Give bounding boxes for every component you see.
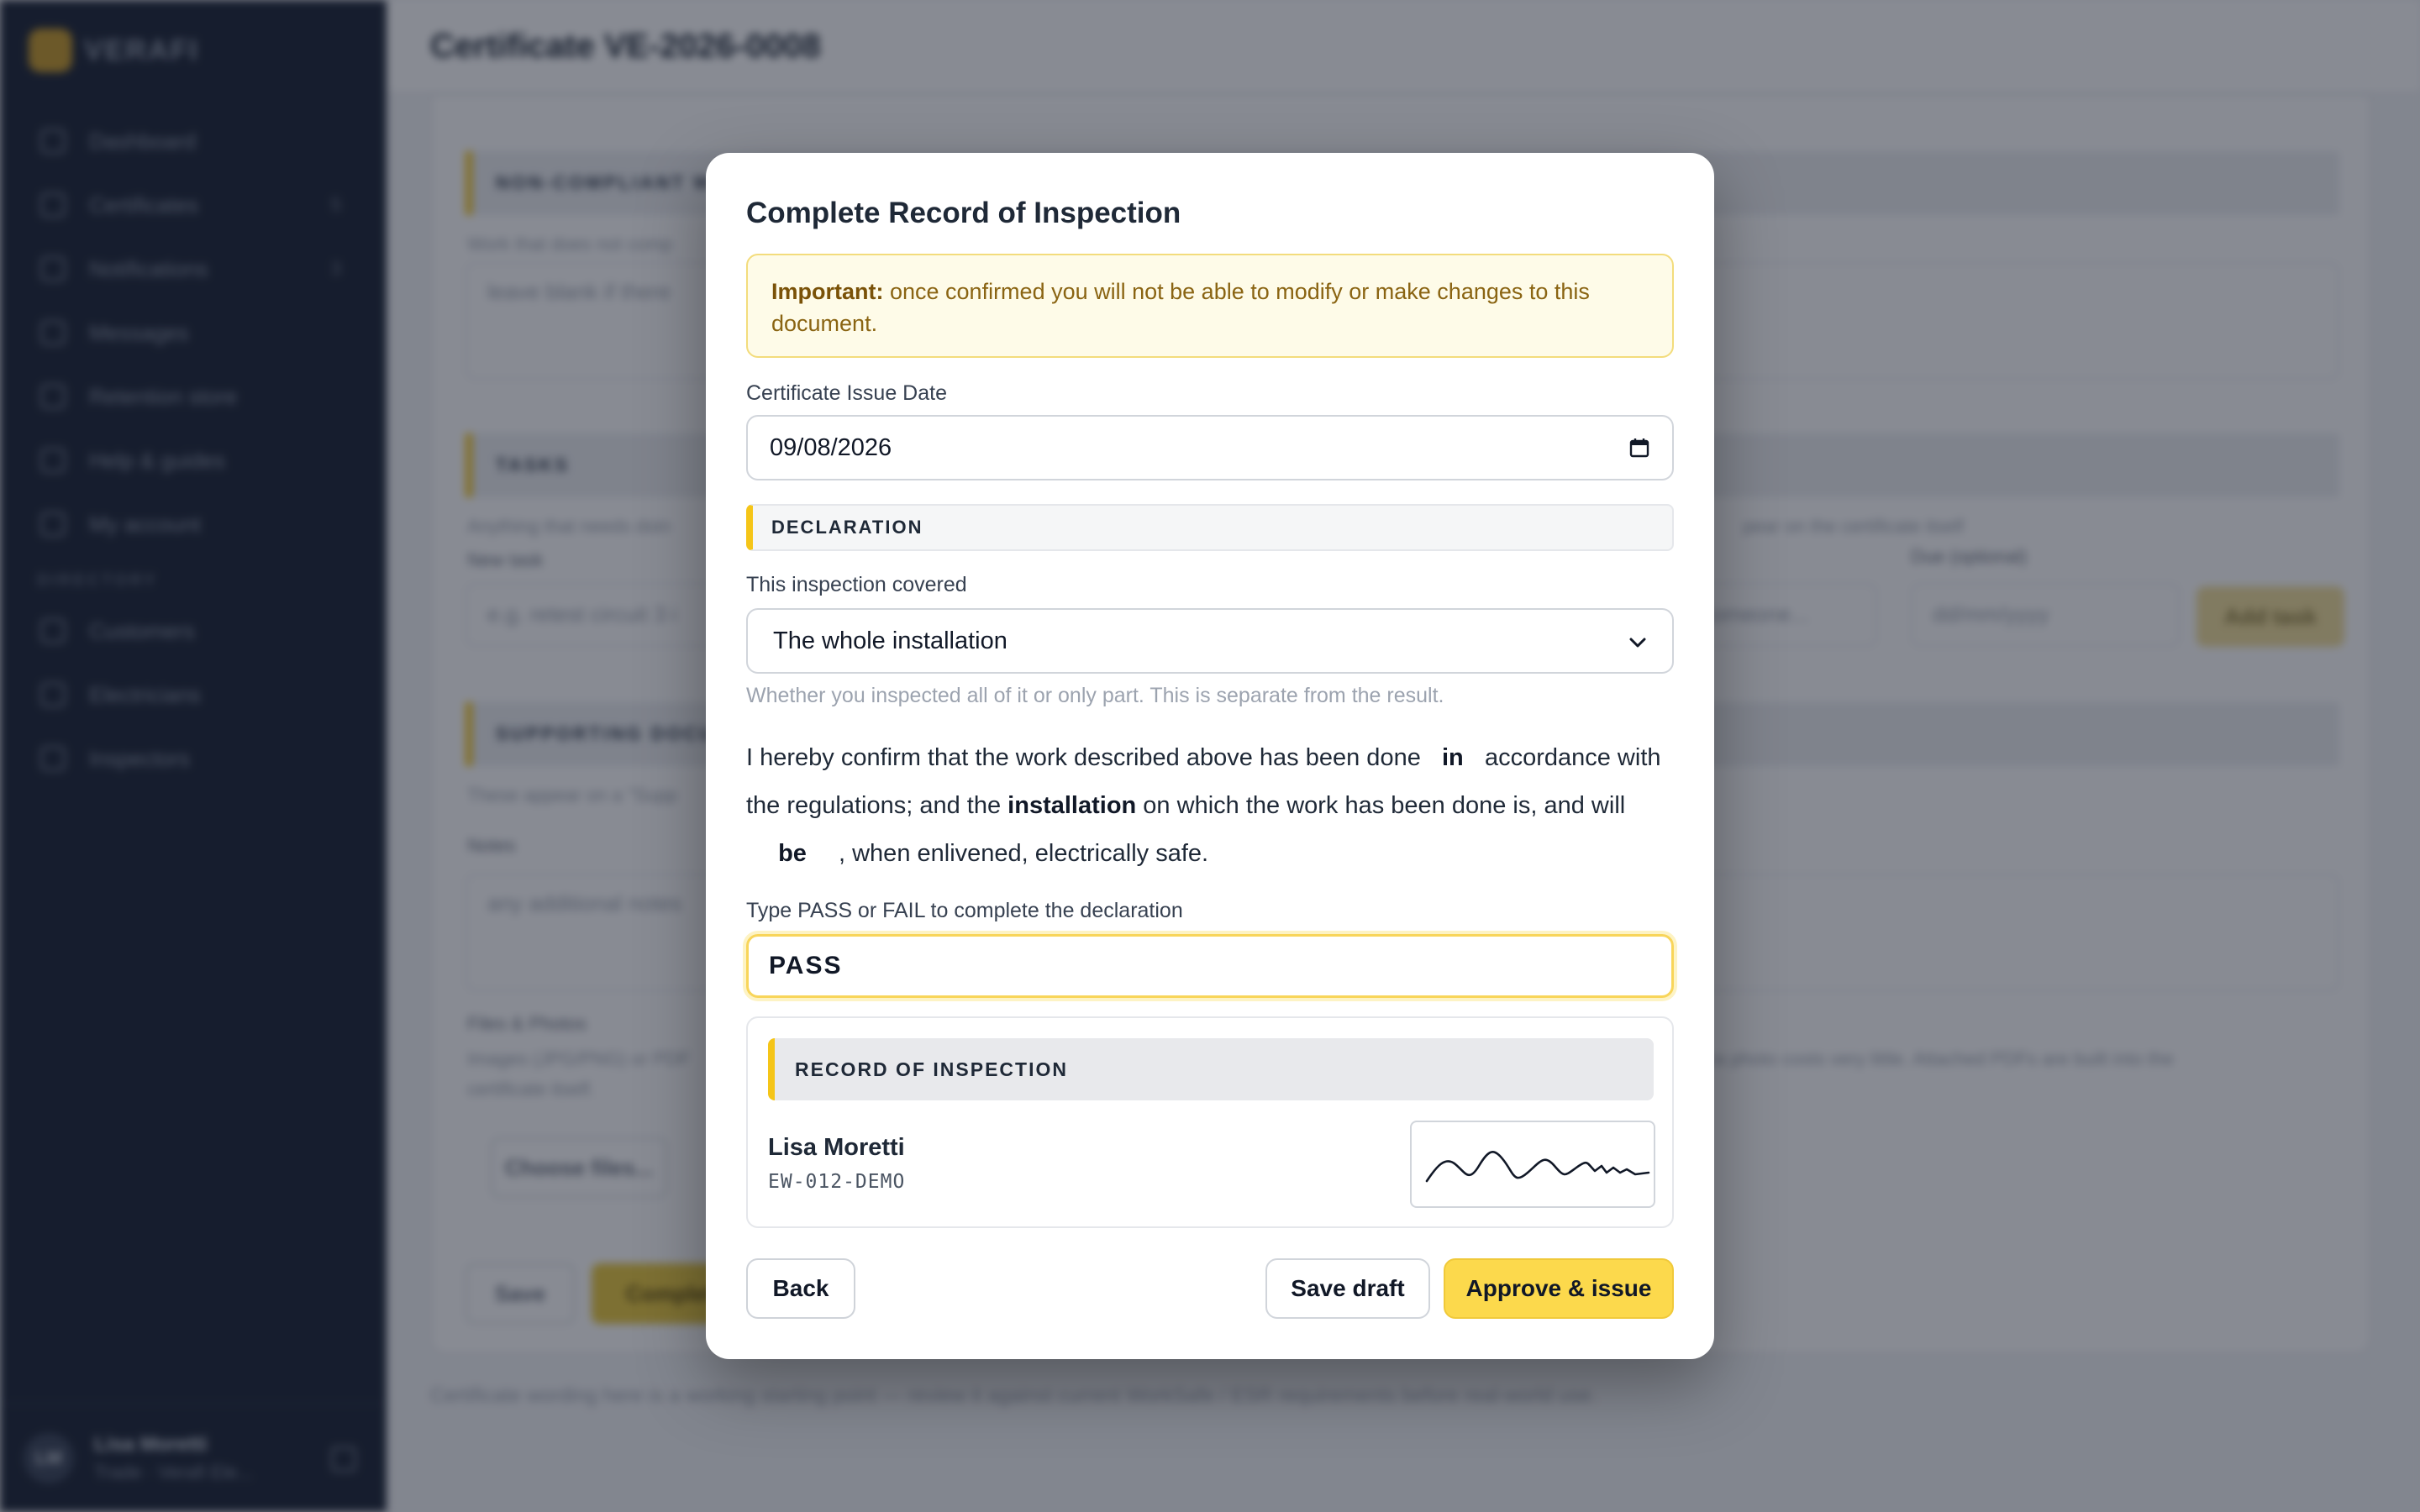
- chevron-down-icon: [1628, 627, 1647, 655]
- declaration-blank-1: in: [1442, 744, 1464, 771]
- inspector-code: EW-012-DEMO: [768, 1171, 906, 1193]
- record-of-inspection-card: RECORD OF INSPECTION Lisa Moretti EW-012…: [746, 1016, 1674, 1228]
- back-button[interactable]: Back: [746, 1258, 855, 1319]
- complete-inspection-modal: Complete Record of Inspection Important:…: [706, 153, 1714, 1359]
- declaration-part: , when enlivened, electrically safe.: [839, 840, 1209, 867]
- warning-notice: Important: once confirmed you will not b…: [746, 254, 1674, 358]
- modal-title: Complete Record of Inspection: [746, 197, 1181, 229]
- pass-fail-label: Type PASS or FAIL to complete the declar…: [746, 899, 1183, 922]
- issue-date-input[interactable]: 09/08/2026: [746, 415, 1674, 480]
- declaration-part: I hereby confirm that the work described…: [746, 744, 1428, 771]
- covered-select[interactable]: The whole installation: [746, 608, 1674, 674]
- issue-date-value: 09/08/2026: [770, 433, 892, 461]
- signature-image: [1410, 1121, 1655, 1208]
- calendar-icon[interactable]: [1628, 437, 1650, 459]
- declaration-strong: installation: [1007, 792, 1137, 819]
- inspector-name: Lisa Moretti: [768, 1134, 905, 1161]
- roi-heading: RECORD OF INSPECTION: [768, 1038, 1654, 1100]
- declaration-heading: DECLARATION: [746, 504, 1674, 551]
- save-draft-button[interactable]: Save draft: [1265, 1258, 1430, 1319]
- issue-date-label: Certificate Issue Date: [746, 381, 947, 405]
- covered-value: The whole installation: [773, 627, 1007, 654]
- covered-hint: Whether you inspected all of it or only …: [746, 684, 1444, 707]
- approve-issue-button[interactable]: Approve & issue: [1444, 1258, 1674, 1319]
- notice-text: once confirmed you will not be able to m…: [771, 279, 1590, 336]
- pass-fail-input[interactable]: PASS: [746, 934, 1674, 998]
- declaration-part: on which the work has been done is, and …: [1136, 792, 1626, 819]
- covered-label: This inspection covered: [746, 573, 967, 596]
- declaration-blank-2: be: [778, 840, 807, 867]
- declaration-text: I hereby confirm that the work described…: [746, 734, 1679, 878]
- notice-strong: Important:: [771, 279, 884, 304]
